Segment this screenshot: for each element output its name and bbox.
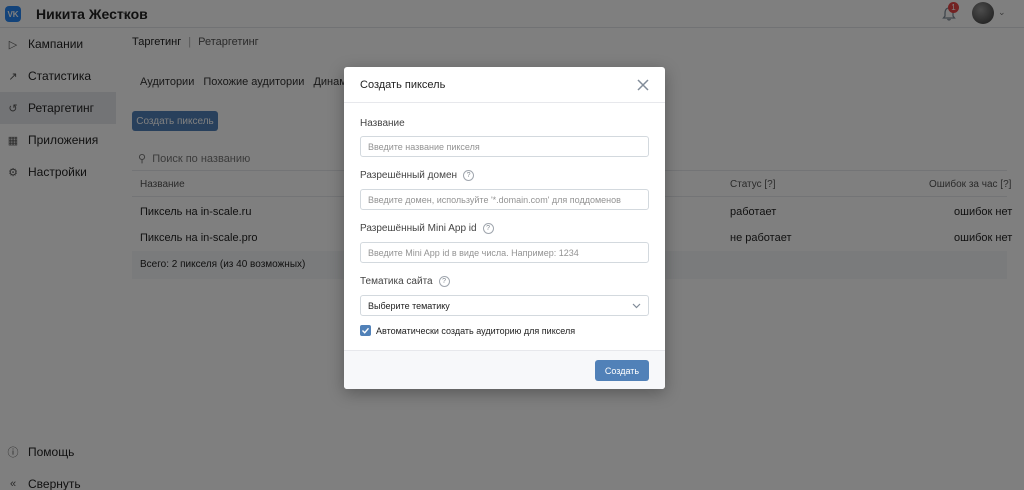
domain-label-text: Разрешённый домен <box>360 170 458 181</box>
theme-label: Тематика сайта? <box>360 276 450 287</box>
theme-select[interactable]: Выберите тематику <box>360 295 649 316</box>
check-icon <box>362 327 370 334</box>
auto-audience-checkbox-row[interactable]: Автоматически создать аудиторию для пикс… <box>360 325 575 336</box>
miniapp-label-text: Разрешённый Mini App id <box>360 223 477 234</box>
theme-select-value: Выберите тематику <box>368 300 450 311</box>
create-pixel-modal: Создать пиксель Название Разрешённый дом… <box>344 67 665 389</box>
help-icon[interactable]: ? <box>482 223 494 234</box>
help-icon[interactable]: ? <box>463 170 475 181</box>
name-label-text: Название <box>360 118 405 129</box>
theme-label-text: Тематика сайта <box>360 276 433 287</box>
modal-title: Создать пиксель <box>360 79 446 91</box>
modal-header: Создать пиксель <box>344 67 665 103</box>
create-button[interactable]: Создать <box>595 360 649 381</box>
name-label: Название <box>360 118 405 129</box>
miniapp-label: Разрешённый Mini App id? <box>360 223 494 234</box>
checkbox[interactable] <box>360 325 371 336</box>
chevron-down-icon <box>632 303 641 309</box>
auto-audience-label[interactable]: Автоматически создать аудиторию для пикс… <box>376 326 575 336</box>
miniapp-id-input[interactable] <box>360 242 649 263</box>
domain-input[interactable] <box>360 189 649 210</box>
close-icon[interactable] <box>633 75 653 95</box>
domain-label: Разрешённый домен? <box>360 170 475 181</box>
help-icon[interactable]: ? <box>438 276 450 287</box>
pixel-name-input[interactable] <box>360 136 649 157</box>
